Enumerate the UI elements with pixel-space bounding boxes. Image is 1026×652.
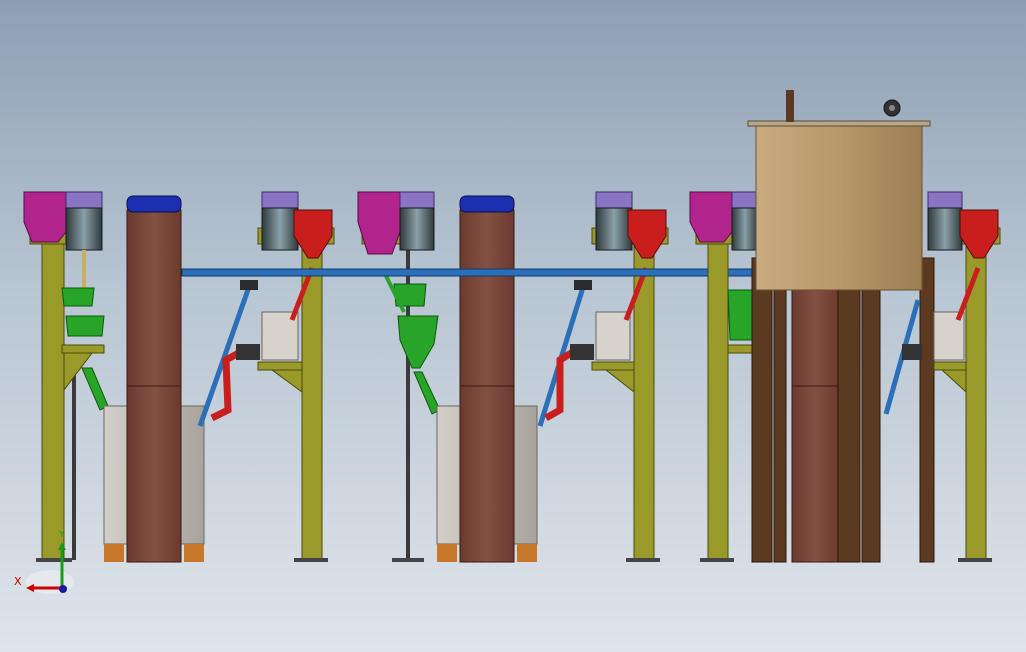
magenta-hopper (689, 191, 733, 243)
frame-brace (940, 369, 967, 394)
frame-leg (41, 243, 65, 561)
motor-cap (731, 191, 759, 209)
green-hopper-upper (61, 287, 95, 307)
cabinet-foot (184, 544, 204, 562)
pump (236, 344, 260, 360)
frame-shelf (591, 361, 635, 371)
tank-vent-pipe (786, 90, 794, 122)
assembly-drawing (23, 90, 1001, 594)
frame-foot (294, 558, 328, 562)
magenta-hopper (357, 191, 401, 255)
frame-shelf (61, 344, 105, 354)
valve (574, 280, 592, 290)
frame-foot (392, 558, 424, 562)
module-2 (357, 191, 669, 563)
frame-foot (700, 558, 734, 562)
motor-cap (399, 191, 435, 209)
tank-post (773, 289, 787, 563)
cabinet-foot (437, 544, 457, 562)
motor-cap (261, 191, 299, 209)
frame-foot (626, 558, 660, 562)
motor-body (261, 207, 299, 251)
pump (570, 344, 594, 360)
module-1 (23, 191, 335, 563)
motor-body (399, 207, 435, 251)
motor-shaft (82, 250, 86, 290)
triad-y-label: Y (59, 530, 65, 540)
motor-body (731, 207, 759, 251)
module-3 (689, 90, 1001, 563)
frame-shelf (933, 361, 967, 371)
motor-body (65, 207, 103, 251)
blue-header-pipe (181, 268, 755, 277)
storage-tank (755, 123, 923, 291)
tank-post (837, 257, 861, 563)
frame-brace (270, 369, 303, 393)
tank-gauge-center (889, 105, 895, 111)
green-hopper-lower (65, 315, 105, 337)
cabinet-foot (517, 544, 537, 562)
tank-rim (747, 120, 931, 127)
triad-z-axis (59, 585, 67, 593)
triad-x-label: X (14, 575, 22, 588)
pump (902, 344, 922, 360)
frame-leg (707, 243, 729, 561)
frame-foot (36, 558, 72, 562)
tank-column (791, 289, 839, 563)
tank-post (919, 257, 935, 563)
motor-cap (595, 191, 633, 209)
frame-brace (604, 369, 635, 394)
tank-post (861, 289, 881, 563)
cabinet-foot (104, 544, 124, 562)
motor-body (595, 207, 633, 251)
green-chute (81, 367, 109, 411)
motor-cap (927, 191, 963, 209)
frame-foot (958, 558, 992, 562)
valve (240, 280, 258, 290)
green-hopper-lower (397, 315, 439, 369)
motor-body (927, 207, 963, 251)
red-hopper (293, 209, 333, 259)
magenta-hopper (23, 191, 67, 243)
motor-cap (65, 191, 103, 209)
tank-post (751, 257, 773, 563)
green-chute (413, 371, 441, 415)
column-cap (126, 195, 182, 213)
column-cap (459, 195, 515, 213)
cad-viewport[interactable]: X Y (0, 0, 1026, 652)
frame-shelf (257, 361, 303, 371)
